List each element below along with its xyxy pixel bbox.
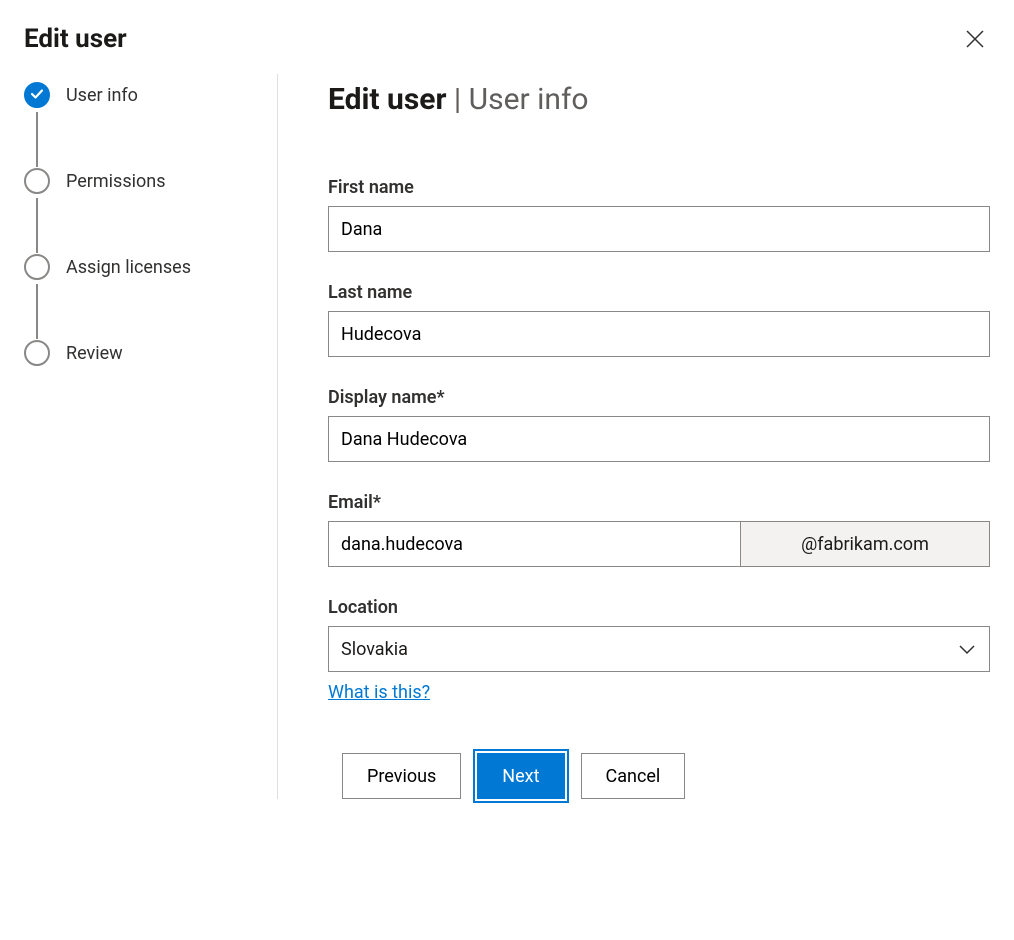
dialog-title: Edit user: [24, 24, 127, 54]
content-heading: Edit user | User info: [328, 82, 990, 117]
display-name-input[interactable]: [328, 416, 990, 462]
step-indicator-active: [24, 82, 50, 108]
heading-main: Edit user: [328, 82, 446, 117]
display-name-label: Display name*: [328, 387, 990, 408]
step-permissions[interactable]: Permissions: [24, 168, 257, 194]
previous-button[interactable]: Previous: [342, 753, 461, 799]
step-review[interactable]: Review: [24, 340, 257, 366]
email-local-input[interactable]: [328, 521, 740, 567]
step-connector: [36, 112, 38, 167]
step-indicator: [24, 168, 50, 194]
edit-user-dialog: Edit user User info Permissions: [0, 0, 1014, 823]
step-label: Assign licenses: [66, 257, 191, 278]
email-row: @fabrikam.com: [328, 521, 990, 567]
email-label: Email*: [328, 492, 990, 513]
step-assign-licenses[interactable]: Assign licenses: [24, 254, 257, 280]
step-user-info[interactable]: User info: [24, 82, 257, 108]
field-first-name: First name: [328, 177, 990, 252]
step-label: User info: [66, 85, 138, 106]
required-mark: *: [373, 492, 381, 513]
field-last-name: Last name: [328, 282, 990, 357]
cancel-button[interactable]: Cancel: [581, 753, 686, 799]
wizard-stepper: User info Permissions Assign licenses Re…: [24, 74, 278, 799]
close-button[interactable]: [960, 24, 990, 54]
step-label: Review: [66, 343, 123, 364]
field-display-name: Display name*: [328, 387, 990, 462]
chevron-down-icon: [957, 639, 977, 659]
location-value: Slovakia: [341, 639, 408, 660]
heading-separator: |: [446, 82, 468, 117]
dialog-header: Edit user: [24, 24, 990, 54]
location-select[interactable]: Slovakia: [328, 626, 990, 672]
next-button[interactable]: Next: [477, 753, 564, 799]
location-select-wrap: Slovakia: [328, 626, 990, 672]
first-name-label: First name: [328, 177, 990, 198]
required-mark: *: [436, 387, 444, 408]
check-icon: [30, 86, 44, 105]
field-email: Email* @fabrikam.com: [328, 492, 990, 567]
location-label: Location: [328, 597, 990, 618]
last-name-input[interactable]: [328, 311, 990, 357]
step-label: Permissions: [66, 171, 166, 192]
first-name-input[interactable]: [328, 206, 990, 252]
step-connector: [36, 284, 38, 339]
last-name-label: Last name: [328, 282, 990, 303]
location-help-link[interactable]: What is this?: [328, 682, 430, 703]
heading-sub: User info: [469, 82, 589, 117]
email-label-text: Email: [328, 492, 373, 513]
form-content: Edit user | User info First name Last na…: [278, 74, 990, 799]
display-name-label-text: Display name: [328, 387, 436, 408]
action-row: Previous Next Cancel: [328, 753, 990, 799]
close-icon: [966, 36, 984, 51]
field-location: Location Slovakia What is this?: [328, 597, 990, 703]
email-domain: @fabrikam.com: [740, 521, 990, 567]
step-indicator: [24, 340, 50, 366]
step-indicator: [24, 254, 50, 280]
step-connector: [36, 198, 38, 253]
dialog-body: User info Permissions Assign licenses Re…: [24, 74, 990, 799]
